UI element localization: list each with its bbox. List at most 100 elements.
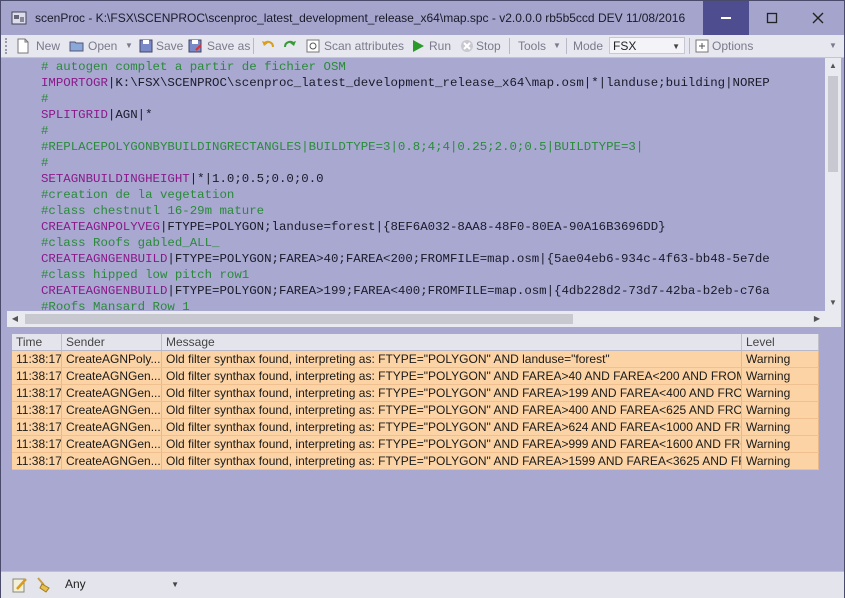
log-level: Warning	[742, 453, 819, 469]
scrollbar-thumb[interactable]	[828, 76, 838, 172]
code-comment: #REPLACEPOLYGONBYBUILDINGRECTANGLES|BUIL…	[41, 140, 644, 154]
undo-icon[interactable]	[260, 38, 276, 54]
log-row[interactable]: 11:38:17 CreateAGNGen... Old filter syntha…	[12, 402, 819, 419]
code-line: #	[41, 123, 48, 139]
code-line: #Roofs Mansard Row 1	[41, 299, 190, 311]
code-arguments: |FTYPE=POLYGON;FAREA>40;FAREA<200;FROMFI…	[167, 252, 770, 266]
open-folder-icon	[69, 41, 84, 52]
stop-button[interactable]: Stop	[476, 38, 501, 54]
code-arguments: |FTYPE=POLYGON;FAREA>199;FAREA<400;FROMF…	[167, 284, 770, 298]
code-command: CREATEAGNPOLYVEG	[41, 220, 160, 234]
clear-log-broom-icon[interactable]	[34, 576, 52, 594]
log-row[interactable]: 11:38:17 CreateAGNGen... Old filter syntha…	[12, 453, 819, 470]
log-message: Old filter synthax found, interpreting a…	[162, 436, 742, 452]
log-time: 11:38:17	[12, 385, 62, 401]
log-sender: CreateAGNPoly...	[62, 351, 162, 367]
editor-vertical-scrollbar[interactable]: ▲ ▼	[825, 58, 841, 311]
log-sender: CreateAGNGen...	[62, 385, 162, 401]
edit-notes-icon[interactable]	[11, 576, 29, 594]
save-button[interactable]: Save	[156, 38, 183, 54]
mode-label: Mode	[573, 39, 604, 53]
filter-value: Any	[65, 577, 86, 591]
column-header-level[interactable]: Level	[742, 334, 819, 350]
options-button[interactable]: Options	[712, 38, 753, 54]
code-comment: #	[41, 156, 49, 170]
log-sender: CreateAGNGen...	[62, 453, 162, 469]
scan-icon	[306, 39, 320, 53]
log-row[interactable]: 11:38:17 CreateAGNGen... Old filter syntha…	[12, 419, 819, 436]
run-icon	[413, 40, 424, 52]
code-line: #REPLACEPOLYGONBYBUILDINGRECTANGLES|BUIL…	[41, 139, 643, 155]
log-message: Old filter synthax found, interpreting a…	[162, 368, 742, 384]
open-dropdown-arrow-icon[interactable]: ▼	[125, 38, 133, 54]
run-button[interactable]: Run	[429, 38, 451, 54]
scroll-up-icon[interactable]: ▲	[825, 58, 841, 74]
log-sender: CreateAGNGen...	[62, 436, 162, 452]
scroll-down-icon[interactable]: ▼	[825, 295, 841, 311]
chevron-down-icon: ▼	[672, 42, 680, 51]
column-header-time[interactable]: Time	[12, 334, 62, 350]
log-row[interactable]: 11:38:17 CreateAGNGen... Old filter syntha…	[12, 368, 819, 385]
minimize-button[interactable]	[703, 1, 749, 35]
mode-select[interactable]: FSX ▼	[609, 37, 685, 54]
code-line: CREATEAGNGENBUILD|FTYPE=POLYGON;FAREA>19…	[41, 283, 770, 299]
log-time: 11:38:17	[12, 436, 62, 452]
tools-dropdown-arrow-icon[interactable]: ▼	[553, 38, 561, 54]
scrollbar-corner	[825, 311, 841, 327]
log-level-filter[interactable]: Any ▼	[59, 574, 183, 595]
log-level: Warning	[742, 351, 819, 367]
toolbar-separator	[566, 38, 567, 54]
log-level: Warning	[742, 402, 819, 418]
code-line: SETAGNBUILDINGHEIGHT|*|1.0;0.5;0.0;0.0	[41, 171, 324, 187]
script-editor[interactable]: # autogen complet a partir de fichier OS…	[7, 58, 825, 311]
code-arguments: |K:\FSX\SCENPROC\scenproc_latest_develop…	[107, 76, 770, 90]
code-comment: # autogen complet a partir de fichier OS…	[41, 60, 346, 74]
scroll-right-icon[interactable]: ▶	[809, 311, 825, 327]
open-button[interactable]: Open	[88, 38, 117, 54]
code-line: # autogen complet a partir de fichier OS…	[41, 59, 346, 75]
close-button[interactable]	[795, 1, 841, 35]
toolbar: New Open ▼ Save Save as Scan attributes …	[1, 35, 844, 58]
save-icon	[139, 39, 153, 53]
new-file-icon	[17, 38, 29, 54]
log-time: 11:38:17	[12, 368, 62, 384]
code-comment: #class chestnutl 16-29m mature	[41, 204, 265, 218]
editor-horizontal-scrollbar[interactable]: ◀ ▶	[7, 311, 825, 327]
mode-value: FSX	[613, 39, 637, 53]
tools-menu[interactable]: Tools	[518, 38, 546, 54]
code-line: SPLITGRID|AGN|*	[41, 107, 153, 123]
save-as-button[interactable]: Save as	[207, 38, 250, 54]
toolbar-overflow-icon[interactable]: ▼	[829, 38, 837, 54]
scroll-left-icon[interactable]: ◀	[7, 311, 23, 327]
log-list: Time Sender Message Level 11:38:17 Create…	[12, 334, 819, 570]
log-row[interactable]: 11:38:17 CreateAGNPoly... Old filter synth…	[12, 351, 819, 368]
log-sender: CreateAGNGen...	[62, 402, 162, 418]
scrollbar-thumb[interactable]	[25, 314, 573, 324]
redo-icon[interactable]	[282, 38, 298, 54]
log-level: Warning	[742, 436, 819, 452]
status-bar: Any ▼	[1, 571, 844, 598]
pane-splitter[interactable]	[7, 327, 841, 333]
code-line: #class Roofs gabled_ALL_	[41, 235, 219, 251]
scan-attributes-button[interactable]: Scan attributes	[324, 38, 404, 54]
log-message: Old filter synthax found, interpreting a…	[162, 453, 742, 469]
column-header-sender[interactable]: Sender	[62, 334, 162, 350]
code-line: CREATEAGNPOLYVEG|FTYPE=POLYGON;landuse=f…	[41, 219, 666, 235]
code-arguments: |AGN|*	[107, 108, 153, 122]
log-level: Warning	[742, 419, 819, 435]
log-level: Warning	[742, 385, 819, 401]
code-comment: #Roofs Mansard Row 1	[41, 300, 190, 311]
stop-icon	[461, 40, 473, 52]
code-arguments: |*|1.0;0.5;0.0;0.0	[189, 172, 324, 186]
save-as-icon	[188, 39, 202, 53]
maximize-button[interactable]	[749, 1, 795, 35]
main-window: scenProc - K:\FSX\SCENPROC\scenproc_late…	[0, 0, 845, 598]
log-row[interactable]: 11:38:17 CreateAGNGen... Old filter syntha…	[12, 436, 819, 453]
options-icon	[695, 39, 709, 53]
column-header-message[interactable]: Message	[162, 334, 742, 350]
code-command: IMPORTOGR	[41, 76, 108, 90]
new-button[interactable]: New	[36, 38, 60, 54]
log-row[interactable]: 11:38:17 CreateAGNGen... Old filter syntha…	[12, 385, 819, 402]
close-icon	[812, 12, 824, 24]
toolbar-grip	[5, 38, 10, 54]
